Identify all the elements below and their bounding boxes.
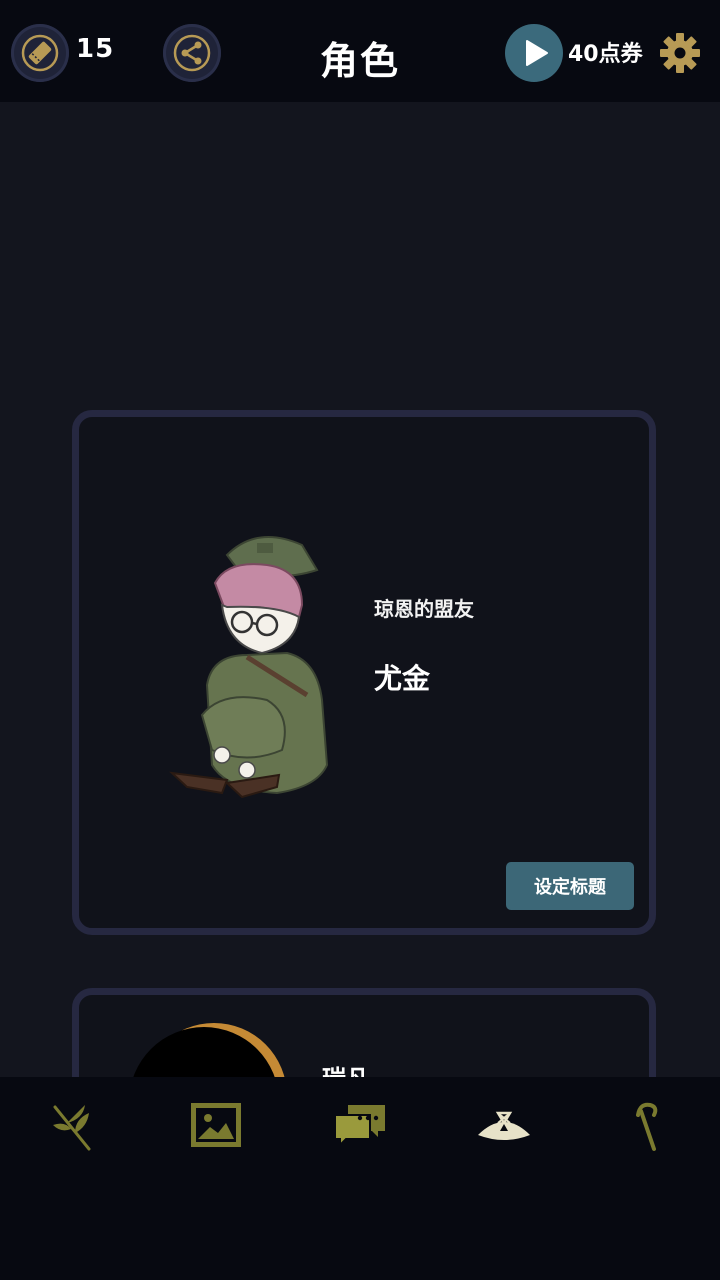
- nav-item-camp[interactable]: [469, 1099, 539, 1159]
- cane-icon: [636, 1102, 658, 1151]
- gallery-icon: [191, 1103, 241, 1147]
- character-card[interactable]: 琼恩的盟友 尤金 设定标题: [72, 410, 656, 935]
- character-portrait: [169, 536, 329, 799]
- character-subtitle: 琼恩的盟友: [374, 597, 474, 621]
- set-title-button[interactable]: 设定标题: [506, 862, 634, 910]
- nav-item-cane[interactable]: [613, 1099, 683, 1159]
- character-name: 尤金: [374, 662, 431, 695]
- watch-ad-button[interactable]: [505, 24, 563, 82]
- gear-icon: [660, 33, 700, 73]
- voucher-label: 40点券: [568, 42, 643, 67]
- top-bar: 15 角色 40点券: [0, 0, 720, 102]
- sprout-icon: [53, 1105, 91, 1151]
- nav-item-gallery[interactable]: [181, 1099, 251, 1159]
- app-screen: 15 角色 40点券 琼恩的盟友 尤金 设定标题: [0, 0, 720, 1280]
- chat-icon: [334, 1105, 385, 1148]
- nav-item-chat[interactable]: [325, 1099, 395, 1159]
- tent-icon: [478, 1111, 530, 1140]
- bottom-nav: [0, 1077, 720, 1280]
- settings-button[interactable]: [658, 31, 702, 75]
- play-icon: [526, 40, 548, 66]
- nav-item-sprout[interactable]: [38, 1099, 108, 1159]
